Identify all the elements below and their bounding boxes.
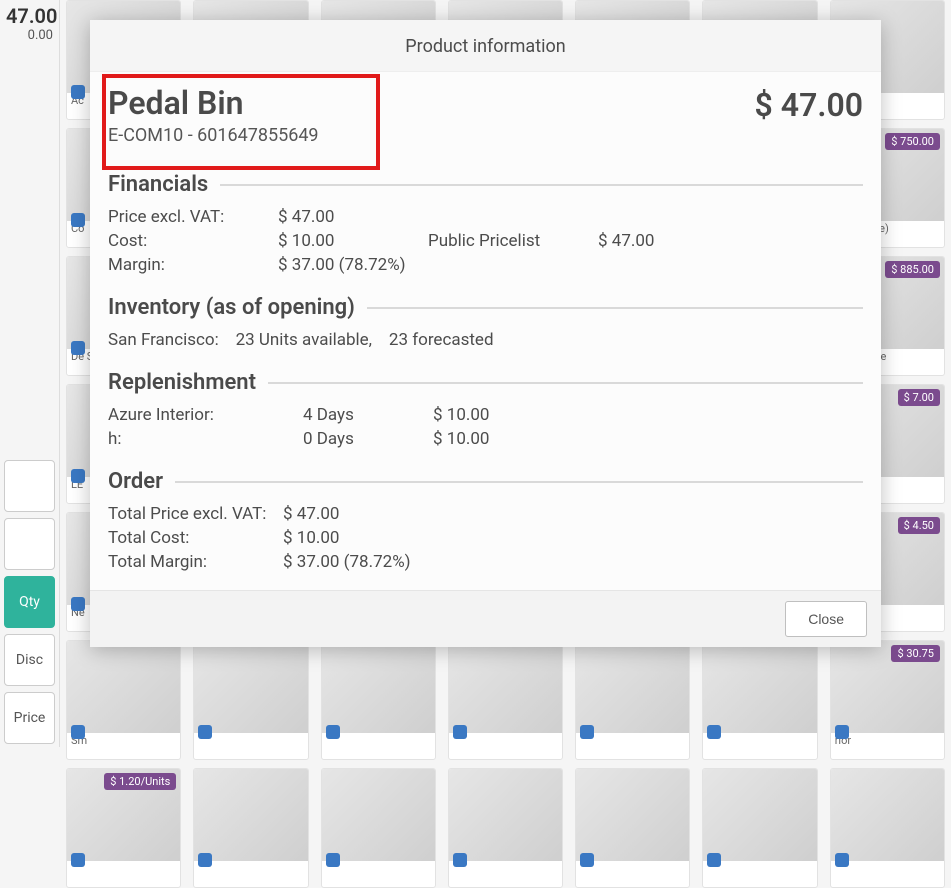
product-card[interactable]: $ 1.20/Units <box>66 768 181 888</box>
replenishment-supplier-2: h: <box>108 429 303 449</box>
product-name: Pedal Bin <box>108 86 319 121</box>
modal-footer: Close <box>90 590 881 647</box>
replenishment-price-1: $ 10.00 <box>433 405 553 425</box>
order-total-price-value: $ 47.00 <box>283 504 463 524</box>
margin-value: $ 37.00 (78.72%) <box>278 255 718 275</box>
divider <box>220 184 863 186</box>
product-price: $ 47.00 <box>755 86 863 124</box>
product-title-row: Pedal Bin E-COM10 - 601647855649 $ 47.00 <box>108 86 863 152</box>
info-icon[interactable] <box>707 853 721 867</box>
info-icon[interactable] <box>326 853 340 867</box>
info-icon[interactable] <box>453 853 467 867</box>
public-pricelist-value: $ 47.00 <box>598 231 718 251</box>
order-heading: Order <box>108 469 163 494</box>
order-total-margin-label: Total Margin: <box>108 552 283 572</box>
product-card[interactable] <box>575 768 690 888</box>
product-card[interactable] <box>702 768 817 888</box>
product-card[interactable] <box>193 768 308 888</box>
section-financials: Financials Price excl. VAT: $ 47.00 Cost… <box>108 172 863 275</box>
section-replenishment: Replenishment Azure Interior: 4 Days $ 1… <box>108 370 863 449</box>
inventory-heading: Inventory (as of opening) <box>108 295 355 320</box>
divider <box>175 481 863 483</box>
modal-title: Product information <box>90 20 881 72</box>
info-icon[interactable] <box>580 853 594 867</box>
product-info-modal: Product information Pedal Bin E-COM10 - … <box>90 20 881 647</box>
section-inventory: Inventory (as of opening) San Francisco:… <box>108 295 863 350</box>
divider <box>367 307 863 309</box>
price-excl-vat-value: $ 47.00 <box>278 207 428 227</box>
cost-value: $ 10.00 <box>278 231 428 251</box>
info-icon[interactable] <box>835 853 849 867</box>
financials-heading: Financials <box>108 172 208 197</box>
inventory-line: San Francisco: 23 Units available, 23 fo… <box>108 330 863 350</box>
product-card[interactable] <box>321 768 436 888</box>
product-code: E-COM10 - 601647855649 <box>108 125 319 146</box>
public-pricelist-label: Public Pricelist <box>428 231 598 251</box>
replenishment-days-2: 0 Days <box>303 429 433 449</box>
close-button[interactable]: Close <box>785 601 867 637</box>
section-order: Order Total Price excl. VAT: $ 47.00 Tot… <box>108 469 863 572</box>
margin-label: Margin: <box>108 255 278 275</box>
order-total-price-label: Total Price excl. VAT: <box>108 504 283 524</box>
cost-label: Cost: <box>108 231 278 251</box>
product-card[interactable] <box>830 768 945 888</box>
order-total-margin-value: $ 37.00 (78.72%) <box>283 552 463 572</box>
modal-body: Pedal Bin E-COM10 - 601647855649 $ 47.00… <box>90 72 881 590</box>
replenishment-days-1: 4 Days <box>303 405 433 425</box>
order-total-cost-value: $ 10.00 <box>283 528 463 548</box>
replenishment-price-2: $ 10.00 <box>433 429 553 449</box>
divider <box>268 382 863 384</box>
price-tag: $ 1.20/Units <box>104 773 176 790</box>
replenishment-supplier-1: Azure Interior: <box>108 405 303 425</box>
info-icon[interactable] <box>198 853 212 867</box>
order-total-cost-label: Total Cost: <box>108 528 283 548</box>
replenishment-heading: Replenishment <box>108 370 256 395</box>
product-card[interactable] <box>448 768 563 888</box>
price-excl-vat-label: Price excl. VAT: <box>108 207 278 227</box>
info-icon[interactable] <box>71 853 85 867</box>
